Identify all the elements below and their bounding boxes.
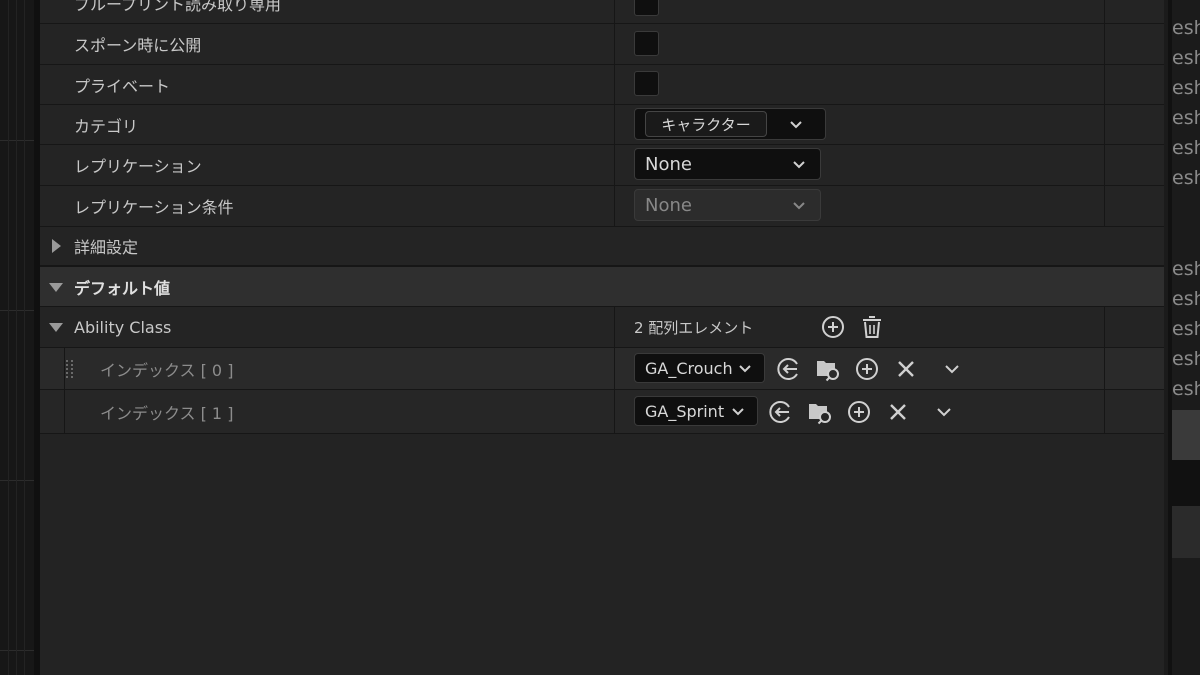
arrow-left-circle-icon <box>777 358 798 380</box>
chevron-down-icon <box>739 365 751 373</box>
property-label: プライベート <box>74 76 171 96</box>
array-element-row: インデックス [ 0 ] GA_Crouch <box>40 348 1164 390</box>
folder-search-icon <box>809 404 831 425</box>
collapse-arrow-icon[interactable] <box>49 283 63 292</box>
right-side-panel: esh esh esh esh esh esh esh esh esh esh … <box>1164 0 1200 675</box>
collapse-arrow-icon[interactable] <box>49 323 63 332</box>
insert-element-button[interactable] <box>854 356 880 382</box>
chevron-down-icon <box>793 202 805 210</box>
class-picker-combo[interactable]: GA_Sprint <box>634 396 758 426</box>
property-row-category: カテゴリ <box>40 105 1164 145</box>
property-label: レプリケーション <box>74 157 202 176</box>
plus-circle-icon <box>848 401 870 423</box>
plus-circle-icon <box>856 358 878 380</box>
property-row-ability-class: Ability Class 2 配列エレメント <box>40 307 1164 348</box>
blueprint-readonly-checkbox[interactable] <box>634 0 659 16</box>
class-picker-value: GA_Crouch <box>645 358 733 378</box>
clear-element-button[interactable] <box>893 356 919 382</box>
list-row <box>1172 506 1200 558</box>
arrow-left-circle-icon <box>769 401 790 423</box>
replication-combo[interactable]: None <box>634 148 821 180</box>
element-options-button[interactable] <box>939 356 965 382</box>
left-graph-strip <box>0 0 34 675</box>
chevron-down-icon <box>945 365 959 374</box>
array-count-text: 2 配列エレメント <box>634 318 754 337</box>
plus-circle-icon <box>822 316 844 338</box>
clear-element-button[interactable] <box>885 399 911 425</box>
property-label: レプリケーション条件 <box>74 198 234 217</box>
list-item[interactable]: esh <box>1172 288 1200 310</box>
property-label: カテゴリ <box>74 116 139 136</box>
property-label: ブループリント読み取り専用 <box>74 0 282 14</box>
class-picker-value: GA_Sprint <box>645 401 725 421</box>
use-selected-button[interactable] <box>768 399 794 425</box>
array-add-button[interactable] <box>820 314 846 340</box>
list-item[interactable]: esh <box>1172 17 1200 39</box>
folder-search-icon <box>817 361 839 382</box>
private-checkbox[interactable] <box>634 71 659 96</box>
selected-item-highlight[interactable] <box>1172 410 1200 460</box>
chevron-down-icon <box>732 408 744 416</box>
list-item[interactable]: esh <box>1172 378 1200 400</box>
insert-element-button[interactable] <box>846 399 872 425</box>
trash-icon <box>863 316 881 338</box>
x-icon <box>890 404 906 420</box>
list-item[interactable]: esh <box>1172 47 1200 69</box>
property-label: スポーン時に公開 <box>74 36 202 55</box>
class-picker-combo[interactable]: GA_Crouch <box>634 353 765 383</box>
list-item[interactable]: esh <box>1172 77 1200 99</box>
array-element-row: インデックス [ 1 ] GA_Sprint <box>40 390 1164 434</box>
chevron-down-icon <box>937 408 951 417</box>
use-selected-button[interactable] <box>776 356 802 382</box>
chevron-down-icon <box>793 161 805 169</box>
advanced-settings-row[interactable]: 詳細設定 <box>40 227 1164 266</box>
replication-value: None <box>645 153 692 175</box>
expose-on-spawn-checkbox[interactable] <box>634 31 659 56</box>
property-row-replication-condition: レプリケーション条件 None <box>40 186 1164 227</box>
category-combo[interactable]: キャラクター <box>634 108 826 140</box>
array-index-label: インデックス [ 0 ] <box>100 360 234 380</box>
replication-condition-value: None <box>645 194 692 216</box>
list-item[interactable]: esh <box>1172 167 1200 189</box>
list-item[interactable]: esh <box>1172 258 1200 280</box>
browse-button[interactable] <box>807 399 833 425</box>
property-row-replication: レプリケーション None <box>40 145 1164 186</box>
property-row-private: プライベート <box>40 65 1164 105</box>
drag-handle-icon[interactable] <box>65 359 75 379</box>
ability-class-label: Ability Class <box>74 317 172 337</box>
list-item[interactable]: esh <box>1172 137 1200 159</box>
array-clear-button[interactable] <box>859 314 885 340</box>
default-values-section-header[interactable]: デフォルト値 <box>40 266 1164 307</box>
list-row-dark <box>1172 460 1200 506</box>
array-index-label: インデックス [ 1 ] <box>100 403 234 423</box>
property-row-expose-on-spawn: スポーン時に公開 <box>40 24 1164 65</box>
advanced-settings-label: 詳細設定 <box>74 238 139 257</box>
element-options-button[interactable] <box>931 399 957 425</box>
chevron-down-icon <box>790 121 802 129</box>
property-row-blueprint-readonly: ブループリント読み取り専用 <box>40 0 1164 24</box>
list-item[interactable]: esh <box>1172 348 1200 370</box>
section-title: デフォルト値 <box>74 278 171 298</box>
list-item[interactable]: esh <box>1172 107 1200 129</box>
expand-arrow-icon[interactable] <box>52 239 61 253</box>
browse-button[interactable] <box>815 356 841 382</box>
replication-condition-combo: None <box>634 189 821 221</box>
list-item[interactable]: esh <box>1172 318 1200 340</box>
x-icon <box>898 361 914 377</box>
category-chip: キャラクター <box>645 111 767 137</box>
